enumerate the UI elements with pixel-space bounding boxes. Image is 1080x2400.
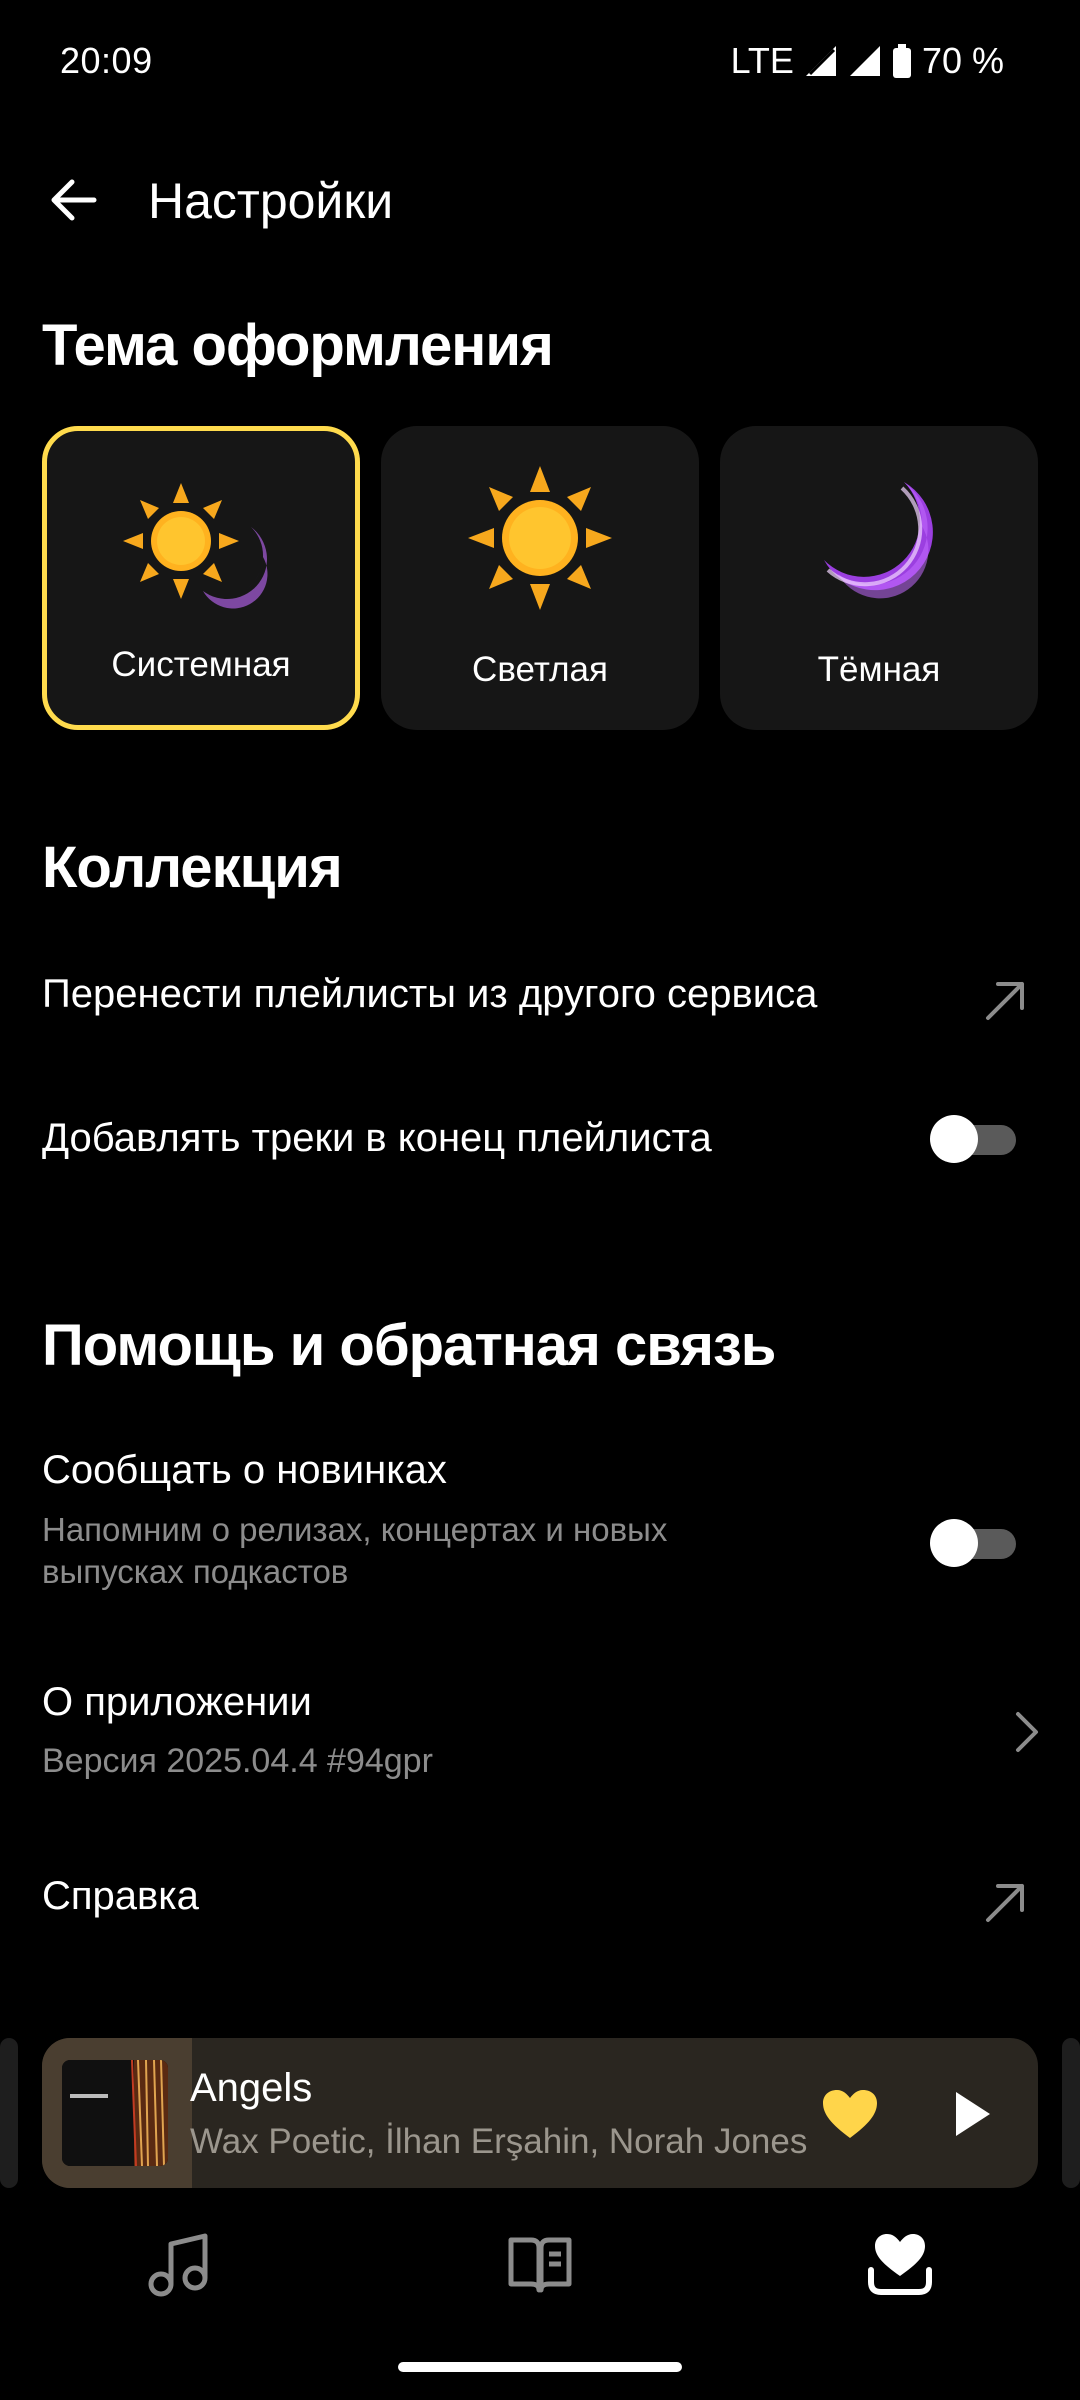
like-button[interactable] <box>814 2078 886 2150</box>
theme-heading: Тема оформления <box>42 313 554 378</box>
mini-player[interactable]: Angels Wax Poetic, İlhan Erşahin, Norah … <box>42 2038 1038 2188</box>
book-icon <box>508 2237 572 2293</box>
tab-music[interactable] <box>100 2200 260 2330</box>
add-to-end-toggle[interactable] <box>930 1115 1018 1163</box>
play-button[interactable] <box>936 2078 1008 2150</box>
theme-option-label: Светлая <box>472 650 608 689</box>
music-note-icon <box>148 2233 208 2297</box>
album-cover <box>62 2060 168 2166</box>
page-title: Настройки <box>148 173 394 229</box>
theme-option-light[interactable]: Светлая <box>381 426 699 730</box>
arrow-left-icon <box>51 179 97 221</box>
next-card-peek <box>1062 2038 1080 2188</box>
app-bar: Настройки <box>0 150 1080 250</box>
external-link-icon <box>986 982 1024 1020</box>
notify-news-toggle[interactable] <box>930 1519 1018 1567</box>
theme-option-label: Системная <box>111 645 291 684</box>
theme-option-dark[interactable]: Тёмная <box>720 426 1038 730</box>
help-row[interactable]: Справка <box>0 1852 1080 1948</box>
theme-option-label: Тёмная <box>817 650 941 689</box>
external-link-icon <box>986 1884 1024 1922</box>
track-artist: Wax Poetic, İlhan Erşahin, Norah Jones <box>190 2122 808 2161</box>
sun-icon <box>381 466 699 616</box>
about-app-row[interactable]: О приложении Версия 2025.04.4 #94gpr <box>0 1666 1080 1796</box>
bottom-tab-bar <box>0 2200 1080 2330</box>
add-to-end-label: Добавлять треки в конец плейлиста <box>42 1116 712 1160</box>
notify-news-sub-2: выпусках подкастов <box>42 1553 349 1590</box>
previous-card-peek <box>0 2038 18 2188</box>
notify-news-row[interactable]: Сообщать о новинках Напомним о релизах, … <box>0 1430 1080 1600</box>
tab-collection[interactable] <box>820 2200 980 2330</box>
transfer-playlists-label: Перенести плейлисты из другого сервиса <box>42 972 818 1016</box>
status-icons: LTE 70 % <box>731 40 1004 82</box>
moon-icon <box>720 466 1038 616</box>
add-to-end-row[interactable]: Добавлять треки в конец плейлиста <box>0 1094 1080 1190</box>
status-time: 20:09 <box>60 40 153 81</box>
home-indicator[interactable] <box>398 2362 682 2372</box>
track-title: Angels <box>190 2066 313 2110</box>
battery-percent: 70 % <box>921 40 1004 81</box>
status-bar: 20:09 LTE 70 % <box>0 0 1080 120</box>
battery-icon <box>892 44 911 78</box>
help-heading: Помощь и обратная связь <box>42 1313 776 1378</box>
notify-news-sub-1: Напомним о релизах, концертах и новых <box>42 1511 668 1548</box>
collection-heading: Коллекция <box>42 835 343 900</box>
theme-option-system[interactable]: Системная <box>42 426 360 730</box>
chevron-right-icon <box>1016 1712 1038 1752</box>
transfer-playlists-row[interactable]: Перенести плейлисты из другого сервиса <box>0 950 1080 1046</box>
signal-icon <box>805 46 836 76</box>
back-button[interactable] <box>36 168 112 232</box>
album-cover-frame <box>42 2038 192 2188</box>
app-version: Версия 2025.04.4 #94gpr <box>42 1742 433 1780</box>
signal-icon <box>849 46 880 76</box>
help-label: Справка <box>42 1874 199 1918</box>
heart-collection-icon <box>868 2234 932 2295</box>
network-type: LTE <box>730 40 794 81</box>
play-icon <box>956 2092 990 2136</box>
about-app-label: О приложении <box>42 1680 312 1724</box>
heart-icon <box>823 2090 877 2138</box>
notify-news-label: Сообщать о новинках <box>42 1448 447 1492</box>
sun-moon-icon <box>47 471 355 621</box>
tab-books[interactable] <box>460 2200 620 2330</box>
